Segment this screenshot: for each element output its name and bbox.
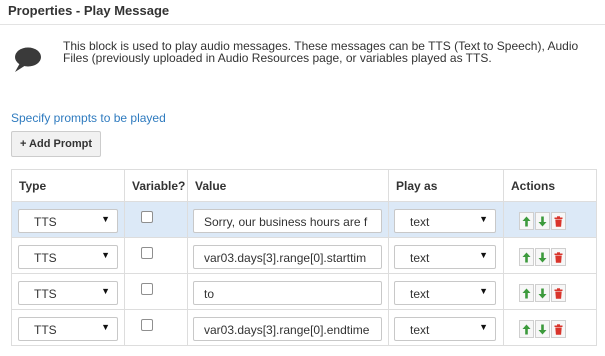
- trash-icon: [554, 287, 563, 299]
- play-as-select[interactable]: text ▼: [394, 281, 496, 305]
- move-down-button[interactable]: [535, 284, 550, 302]
- type-cell: TTS ▼: [11, 201, 125, 238]
- caret-down-icon: ▼: [101, 286, 110, 296]
- play-as-select-value: text: [410, 215, 430, 229]
- column-header-variable: Variable?: [124, 169, 188, 202]
- delete-button[interactable]: [551, 284, 566, 302]
- play-as-cell: text ▼: [388, 201, 504, 238]
- row-actions: [519, 320, 567, 338]
- column-header-type: Type: [11, 169, 125, 202]
- move-down-button[interactable]: [535, 212, 550, 230]
- trash-icon: [554, 215, 563, 227]
- type-select[interactable]: TTS ▼: [18, 245, 118, 269]
- title-divider: [0, 24, 605, 25]
- arrow-up-icon: [522, 324, 531, 334]
- variable-checkbox[interactable]: [141, 211, 153, 223]
- value-cell: Sorry, our business hours are f: [187, 201, 389, 238]
- actions-cell: [503, 309, 597, 346]
- actions-cell: [503, 273, 597, 310]
- play-as-select[interactable]: text ▼: [394, 245, 496, 269]
- arrow-down-icon: [538, 288, 547, 298]
- value-input[interactable]: Sorry, our business hours are f: [193, 209, 382, 233]
- table-row[interactable]: TTS ▼ var03.days[3].range[0].endtime tex…: [11, 309, 597, 346]
- type-select[interactable]: TTS ▼: [18, 209, 118, 233]
- trash-icon: [554, 251, 563, 263]
- row-actions: [519, 284, 567, 302]
- move-up-button[interactable]: [519, 284, 534, 302]
- caret-down-icon: ▼: [479, 322, 488, 332]
- arrow-down-icon: [538, 252, 547, 262]
- move-up-button[interactable]: [519, 212, 534, 230]
- delete-button[interactable]: [551, 248, 566, 266]
- type-cell: TTS ▼: [11, 237, 125, 274]
- variable-checkbox[interactable]: [141, 319, 153, 331]
- play-as-select-value: text: [410, 251, 430, 265]
- value-input[interactable]: to: [193, 281, 382, 305]
- type-select[interactable]: TTS ▼: [18, 317, 118, 341]
- caret-down-icon: ▼: [101, 250, 110, 260]
- type-select-value: TTS: [34, 215, 57, 229]
- caret-down-icon: ▼: [479, 286, 488, 296]
- type-select-value: TTS: [34, 251, 57, 265]
- type-select[interactable]: TTS ▼: [18, 281, 118, 305]
- column-header-play-as: Play as: [388, 169, 504, 202]
- variable-cell: [124, 273, 188, 310]
- prompts-table: Type Variable? Value Play as Actions TTS…: [11, 169, 597, 346]
- row-actions: [519, 212, 567, 230]
- type-select-value: TTS: [34, 323, 57, 337]
- delete-button[interactable]: [551, 320, 566, 338]
- actions-cell: [503, 237, 597, 274]
- prompts-section-label: Specify prompts to be played: [11, 111, 166, 125]
- play-as-select-value: text: [410, 287, 430, 301]
- value-input[interactable]: var03.days[3].range[0].endtime: [193, 317, 382, 341]
- row-actions: [519, 248, 567, 266]
- caret-down-icon: ▼: [101, 322, 110, 332]
- table-row[interactable]: TTS ▼ to text ▼: [11, 273, 597, 310]
- arrow-up-icon: [522, 216, 531, 226]
- move-up-button[interactable]: [519, 320, 534, 338]
- value-cell: var03.days[3].range[0].endtime: [187, 309, 389, 346]
- arrow-down-icon: [538, 324, 547, 334]
- move-down-button[interactable]: [535, 320, 550, 338]
- arrow-up-icon: [522, 252, 531, 262]
- caret-down-icon: ▼: [101, 214, 110, 224]
- panel-title: Properties - Play Message: [8, 3, 170, 18]
- variable-cell: [124, 201, 188, 238]
- play-as-cell: text ▼: [388, 237, 504, 274]
- arrow-down-icon: [538, 216, 547, 226]
- play-as-select[interactable]: text ▼: [394, 209, 496, 233]
- table-row[interactable]: TTS ▼ var03.days[3].range[0].starttim te…: [11, 237, 597, 274]
- value-input[interactable]: var03.days[3].range[0].starttim: [193, 245, 382, 269]
- delete-button[interactable]: [551, 212, 566, 230]
- arrow-up-icon: [522, 288, 531, 298]
- type-cell: TTS ▼: [11, 309, 125, 346]
- type-select-value: TTS: [34, 287, 57, 301]
- play-as-select-value: text: [410, 323, 430, 337]
- actions-cell: [503, 201, 597, 238]
- play-as-select[interactable]: text ▼: [394, 317, 496, 341]
- value-cell: var03.days[3].range[0].starttim: [187, 237, 389, 274]
- play-as-cell: text ▼: [388, 273, 504, 310]
- column-header-value: Value: [187, 169, 389, 202]
- block-description: This block is used to play audio message…: [63, 39, 579, 65]
- play-as-cell: text ▼: [388, 309, 504, 346]
- value-cell: to: [187, 273, 389, 310]
- table-header-row: Type Variable? Value Play as Actions: [11, 169, 597, 202]
- caret-down-icon: ▼: [479, 250, 488, 260]
- type-cell: TTS ▼: [11, 273, 125, 310]
- variable-cell: [124, 237, 188, 274]
- speech-bubble-icon: [15, 47, 41, 72]
- caret-down-icon: ▼: [479, 214, 488, 224]
- variable-checkbox[interactable]: [141, 247, 153, 259]
- variable-checkbox[interactable]: [141, 283, 153, 295]
- add-prompt-button[interactable]: + Add Prompt: [11, 131, 101, 157]
- column-header-actions: Actions: [503, 169, 597, 202]
- trash-icon: [554, 323, 563, 335]
- variable-cell: [124, 309, 188, 346]
- table-row[interactable]: TTS ▼ Sorry, our business hours are f te…: [11, 201, 597, 238]
- move-up-button[interactable]: [519, 248, 534, 266]
- move-down-button[interactable]: [535, 248, 550, 266]
